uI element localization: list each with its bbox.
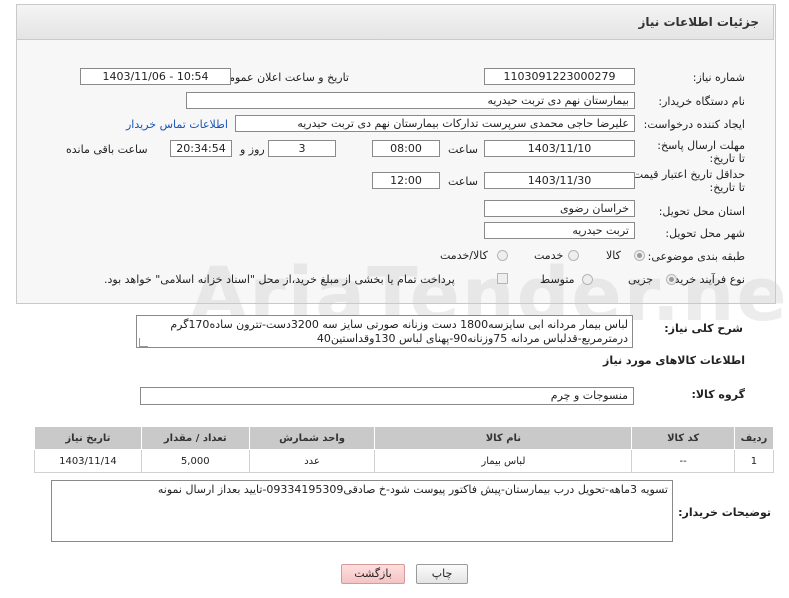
category-label: طبقه بندی موضوعی:	[647, 250, 745, 263]
deadline-time-field: 08:00	[372, 140, 440, 157]
category-option-service: خدمت	[534, 249, 564, 262]
col-name: نام کالا	[374, 426, 633, 450]
creator-label: ایجاد کننده درخواست:	[643, 118, 745, 131]
panel-header: جزئیات اطلاعات نیاز	[16, 4, 774, 40]
goods-group-label: گروه کالا:	[691, 388, 745, 401]
goods-table: ردیف کد کالا نام کالا واحد شمارش تعداد /…	[34, 426, 775, 473]
cell-name: لباس بیمار	[374, 449, 633, 473]
cell-quantity: 5,000	[140, 449, 250, 473]
table-row: 1 -- لباس بیمار عدد 5,000 1403/11/14	[34, 449, 775, 473]
buyer-contact-link[interactable]: اطلاعات تماس خریدار	[126, 118, 228, 131]
category-radio-goods[interactable]	[634, 250, 645, 261]
city-field: تربت حیدریه	[484, 222, 635, 239]
deadline-date-field: 1403/11/10	[484, 140, 635, 157]
page-title: جزئیات اطلاعات نیاز	[638, 15, 759, 29]
print-button[interactable]: چاپ	[416, 564, 468, 584]
col-row: ردیف	[733, 426, 775, 450]
validity-time-field: 12:00	[372, 172, 440, 189]
resize-handle[interactable]	[139, 338, 148, 347]
validity-date-field: 1403/11/30	[484, 172, 635, 189]
back-button[interactable]: بازگشت	[341, 564, 405, 584]
col-quantity: تعداد / مقدار	[140, 426, 250, 450]
deadline-label: مهلت ارسال پاسخ: تا تاریخ:	[657, 139, 745, 165]
payment-checkbox[interactable]	[497, 273, 508, 284]
col-date: تاریخ نیاز	[34, 426, 142, 450]
category-radio-service[interactable]	[568, 250, 579, 261]
buyer-org-label: نام دستگاه خریدار:	[658, 95, 745, 108]
need-number-label: شماره نیاز:	[692, 71, 745, 84]
buyer-notes-text: تسویه 3ماهه-تحویل درب بیمارستان-پیش فاکت…	[51, 480, 673, 542]
process-option-medium: متوسط	[540, 273, 575, 286]
description-text: لباس بیمار مردانه ابی سایزسه1800 دست وزن…	[136, 315, 633, 348]
description-label: شرح کلی نیاز:	[664, 322, 743, 335]
buyer-notes-label: توضیحات خریدار:	[678, 506, 771, 519]
cell-date: 1403/11/14	[34, 449, 142, 473]
process-radio-medium[interactable]	[582, 274, 593, 285]
remaining-time-field: 20:34:54	[170, 140, 232, 157]
city-label: شهر محل تحویل:	[665, 227, 745, 240]
buyer-org-field: بیمارستان نهم دی تربت حیدریه	[186, 92, 635, 109]
days-field: 3	[268, 140, 336, 157]
remaining-label: ساعت باقی مانده	[66, 143, 148, 156]
validity-time-label: ساعت	[448, 175, 478, 188]
col-code: کد کالا	[631, 426, 735, 450]
goods-section-title: اطلاعات کالاهای مورد نیاز	[603, 354, 745, 367]
col-unit: واحد شمارش	[248, 426, 376, 450]
cell-unit: عدد	[248, 449, 376, 473]
validity-label: حداقل تاریخ اعتبار قیمت: تا تاریخ:	[629, 168, 745, 194]
days-label: روز و	[240, 143, 265, 156]
province-label: استان محل تحویل:	[658, 205, 745, 218]
process-radio-minor[interactable]	[666, 274, 677, 285]
process-label: نوع فرآیند خرید :	[667, 273, 745, 286]
announce-label: تاریخ و ساعت اعلان عمومی:	[216, 71, 349, 84]
category-option-goods: کالا	[606, 249, 621, 262]
announce-field: 1403/11/06 - 10:54	[80, 68, 231, 85]
payment-note: پرداخت تمام یا بخشی از مبلغ خرید،از محل …	[104, 273, 455, 286]
province-field: خراسان رضوی	[484, 200, 635, 217]
process-option-minor: جزیی	[628, 273, 654, 286]
deadline-time-label: ساعت	[448, 143, 478, 156]
category-radio-both[interactable]	[497, 250, 508, 261]
creator-field: علیرضا حاجی محمدی سرپرست تدارکات بیمارست…	[235, 115, 635, 132]
cell-code: --	[631, 449, 735, 473]
goods-group-field: منسوجات و چرم	[140, 387, 634, 405]
category-option-both: کالا/خدمت	[440, 249, 488, 262]
need-number-field: 1103091223000279	[484, 68, 635, 85]
cell-row: 1	[733, 449, 775, 473]
